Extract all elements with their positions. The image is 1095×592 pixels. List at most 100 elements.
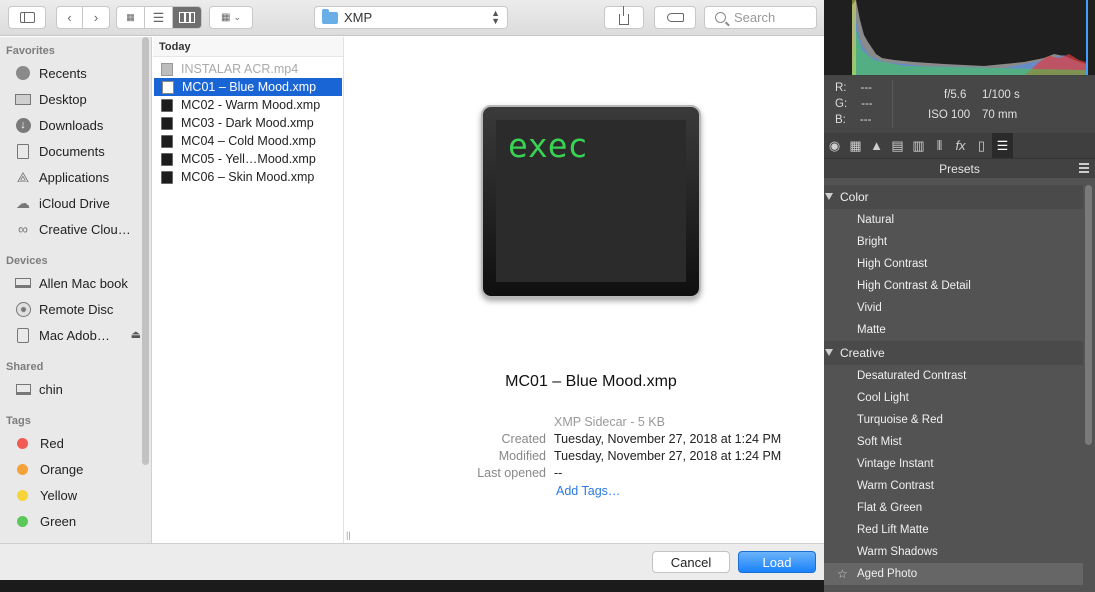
sidebar-item-desktop[interactable]: Desktop: [14, 88, 144, 110]
eject-icon[interactable]: ⏏: [131, 328, 141, 341]
sidebar-item-tag-green[interactable]: Green: [14, 510, 144, 532]
view-mode-control: ▦ ☰: [116, 6, 202, 29]
sidebar-item-recents[interactable]: Recents: [14, 62, 144, 84]
tab-split-toning[interactable]: ▥: [908, 133, 929, 158]
tab-tone-curve[interactable]: ▦: [845, 133, 866, 158]
sidebar-item-remote-disc[interactable]: Remote Disc: [14, 298, 144, 320]
sidebar-item-tag-yellow[interactable]: Yellow: [14, 484, 144, 506]
sidebar-item-tag-red[interactable]: Red: [14, 432, 144, 454]
tags-header: Tags: [6, 415, 31, 427]
sidebar-item-creative-cloud[interactable]: ∞ Creative Clou…: [14, 218, 144, 240]
sidebar-item-mac-adobe[interactable]: Mac Adob…: [14, 324, 144, 346]
sidebar-item-chin[interactable]: chin: [14, 378, 144, 400]
cloud-icon: ☁: [16, 194, 30, 211]
column-date-header: Today: [153, 37, 343, 57]
preset-item-hover[interactable]: ☆ Aged Photo: [824, 563, 1083, 585]
camera-raw-panel: R: --- G: --- B: --- f/5.6 1/100 s ISO 100 …: [824, 0, 1095, 592]
cancel-button[interactable]: Cancel: [652, 551, 730, 573]
preview-kind-size: XMP Sidecar - 5 KB: [554, 415, 665, 429]
search-icon: [715, 12, 726, 23]
sidebar-item-tag-orange[interactable]: Orange: [14, 458, 144, 480]
modified-label: Modified: [498, 449, 546, 463]
presets-menu-icon[interactable]: [1079, 163, 1089, 173]
aperture-icon: ◉: [828, 137, 841, 153]
preset-item[interactable]: Turquoise & Red: [824, 409, 1083, 431]
add-tags-link[interactable]: Add Tags…: [556, 484, 620, 498]
file-row-mc02[interactable]: MC02 - Warm Mood.xmp: [153, 96, 343, 114]
tab-effects[interactable]: fx: [950, 133, 971, 158]
search-field[interactable]: Search: [704, 6, 817, 29]
group-by-button[interactable]: ▦ ⌄: [209, 6, 253, 29]
sidebar-item-icloud-drive[interactable]: ☁ iCloud Drive: [14, 192, 144, 214]
star-icon[interactable]: ☆: [837, 567, 848, 581]
tab-presets[interactable]: ☰: [992, 133, 1013, 158]
preset-item[interactable]: Cool Light: [824, 387, 1083, 409]
sidebar-item-documents[interactable]: Documents: [14, 140, 144, 162]
modified-value: Tuesday, November 27, 2018 at 1:24 PM: [554, 449, 782, 463]
preset-item[interactable]: Soft Mist: [824, 431, 1083, 453]
current-folder-label: XMP: [344, 10, 373, 25]
open-file-dialog: ‹ › ▦ ☰ ▦ ⌄ XMP ▲ ▼ Search Favorites Rec…: [0, 0, 824, 580]
preset-item[interactable]: Warm Contrast: [824, 475, 1083, 497]
preset-item[interactable]: High Contrast & Detail: [824, 275, 1083, 297]
tab-lens[interactable]: ⦀: [929, 133, 950, 158]
tab-detail[interactable]: ▲: [866, 133, 887, 158]
preset-group-creative[interactable]: Creative: [824, 341, 1083, 365]
preset-item[interactable]: Vivid: [824, 297, 1083, 319]
tag-button[interactable]: [654, 6, 696, 29]
film-icon: ▯: [977, 137, 986, 153]
file-row-mc06[interactable]: MC06 – Skin Mood.xmp: [153, 168, 343, 186]
columns-icon: [179, 12, 195, 23]
file-column: Today INSTALAR ACR.mp4 MC01 – Blue Mood.…: [153, 37, 351, 543]
preset-item[interactable]: High Contrast: [824, 253, 1083, 275]
desktop-icon: [14, 91, 32, 107]
back-button[interactable]: ‹: [57, 7, 83, 28]
preset-item[interactable]: Bright: [824, 231, 1083, 253]
sliders-icon: ☰: [996, 137, 1009, 153]
preset-item[interactable]: Matte: [824, 319, 1083, 341]
tab-basic[interactable]: ◉: [824, 133, 845, 158]
preset-item[interactable]: Natural: [824, 209, 1083, 231]
forward-button[interactable]: ›: [83, 7, 109, 28]
up-down-arrows-icon: ▲ ▼: [491, 8, 500, 26]
shared-header: Shared: [6, 361, 44, 373]
iso-value: ISO 100: [928, 109, 971, 121]
share-button[interactable]: [604, 6, 644, 29]
list-view-button[interactable]: ☰: [145, 7, 173, 28]
yellow-tag-dot: [17, 489, 28, 501]
preset-item[interactable]: Red Lift Matte: [824, 519, 1083, 541]
focal-length-value: 70 mm: [982, 109, 1018, 121]
sidebar-scrollbar[interactable]: [142, 37, 149, 465]
preset-item[interactable]: Desaturated Contrast: [824, 365, 1083, 387]
chevron-left-icon: ‹: [67, 10, 72, 25]
presets-scrollbar[interactable]: [1085, 185, 1092, 445]
path-popup[interactable]: XMP ▲ ▼: [314, 6, 508, 29]
column-resize-handle[interactable]: ||: [346, 530, 351, 540]
devices-header: Devices: [6, 255, 48, 267]
sidebar-item-downloads[interactable]: ↓ Downloads: [14, 114, 144, 136]
background-photo-strip: [0, 580, 824, 592]
terminal-file-icon: [161, 170, 173, 184]
preset-item[interactable]: Warm Shadows: [824, 541, 1083, 563]
preset-item[interactable]: Vintage Instant: [824, 453, 1083, 475]
file-row-instalar-acr[interactable]: INSTALAR ACR.mp4: [153, 60, 343, 78]
grid-curve-icon: ▦: [849, 137, 862, 153]
favorites-header: Favorites: [6, 45, 55, 57]
sidebar-item-allen-mac-book[interactable]: Allen Mac book: [14, 272, 144, 294]
sidebar-toggle-button[interactable]: [8, 6, 46, 29]
tab-calibration[interactable]: ▯: [971, 133, 992, 158]
file-row-mc04[interactable]: MC04 – Cold Mood.xmp: [153, 132, 343, 150]
sidebar-item-applications[interactable]: ⟁ Applications: [14, 166, 144, 188]
load-button[interactable]: Load: [738, 551, 816, 573]
sidebar: Favorites Recents Desktop ↓ Downloads Do…: [0, 37, 152, 543]
icon-view-button[interactable]: ▦: [117, 7, 145, 28]
tab-hsl[interactable]: ▤: [887, 133, 908, 158]
file-row-mc05[interactable]: MC05 - Yell…Mood.xmp: [153, 150, 343, 168]
preset-item[interactable]: Flat & Green: [824, 497, 1083, 519]
preset-group-color[interactable]: Color: [824, 185, 1083, 209]
file-row-mc03[interactable]: MC03 - Dark Mood.xmp: [153, 114, 343, 132]
clock-icon: [14, 65, 32, 81]
exec-file-preview-icon: exec: [481, 105, 701, 298]
column-view-button[interactable]: [173, 7, 201, 28]
file-row-mc01[interactable]: MC01 – Blue Mood.xmp: [154, 78, 342, 96]
